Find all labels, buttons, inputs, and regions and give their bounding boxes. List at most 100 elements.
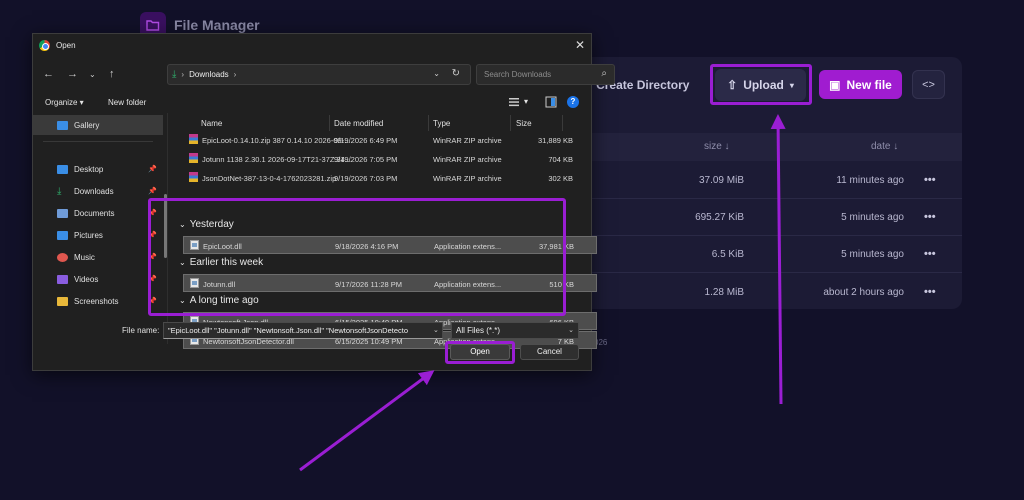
sidebar-item-downloads[interactable]: ⤓ Downloads 📌 <box>33 181 163 201</box>
search-icon: ⌕ <box>601 68 607 79</box>
file-name-label: File name: <box>122 326 160 335</box>
forward-arrow-icon[interactable]: → <box>67 68 78 80</box>
file-modified: 9/19/2026 7:05 PM <box>334 155 398 164</box>
sidebar-item-label: Videos <box>74 274 99 284</box>
refresh-icon[interactable]: ↻ <box>452 68 460 79</box>
close-icon[interactable]: ✕ <box>575 38 585 52</box>
new-folder-button[interactable]: New folder <box>108 98 146 107</box>
row-date: about 2 hours ago <box>823 287 904 298</box>
row-size: 6.5 KiB <box>711 249 744 260</box>
sidebar-divider <box>43 141 153 142</box>
selected-files-highlight <box>148 198 566 316</box>
dialog-toolbar: Organize ▾ New folder ▾ ? <box>33 92 591 112</box>
search-input[interactable]: Search Downloads ⌕ <box>476 64 615 85</box>
breadcrumb-chevron-icon: › <box>181 70 185 79</box>
file-name-dropdown-icon[interactable]: ⌄ <box>433 326 439 334</box>
file-name-input[interactable]: "EpicLoot.dll" "Jotunn.dll" "Newtonsoft.… <box>163 322 443 339</box>
desktop-icon <box>57 164 68 174</box>
sidebar-item-desktop[interactable]: Desktop 📌 <box>33 159 163 179</box>
file-size: 704 KB <box>548 155 573 164</box>
code-view-button[interactable]: <> <box>912 70 945 99</box>
date-column-header[interactable]: date ↓ <box>871 141 898 152</box>
view-dropdown-icon[interactable]: ▾ <box>524 97 528 106</box>
zip-file-icon <box>189 134 198 146</box>
row-menu-icon[interactable]: ••• <box>924 174 936 186</box>
sidebar-item-label: Music <box>74 252 95 262</box>
column-separator <box>428 115 429 131</box>
file-type: WinRAR ZIP archive <box>433 155 502 164</box>
search-placeholder: Search Downloads <box>484 70 552 79</box>
sidebar-item-documents[interactable]: Documents 📌 <box>33 203 163 223</box>
sidebar-item-gallery[interactable]: Gallery <box>33 115 163 135</box>
sidebar-item-pictures[interactable]: Pictures 📌 <box>33 225 163 245</box>
file-plus-icon: ▣ <box>829 77 841 92</box>
preview-pane-icon[interactable] <box>545 96 557 108</box>
row-menu-icon[interactable]: ••• <box>924 248 936 260</box>
zip-file-icon <box>189 172 198 184</box>
row-menu-icon[interactable]: ••• <box>924 286 936 298</box>
row-size: 695.27 KiB <box>695 212 744 223</box>
music-icon <box>57 252 68 262</box>
new-file-label: New file <box>846 77 892 92</box>
code-icon: <> <box>922 78 935 91</box>
sidebar-item-label: Desktop <box>74 164 104 174</box>
pin-icon: 📌 <box>148 188 157 195</box>
arrow-to-open <box>299 370 435 472</box>
sidebar-item-label: Downloads <box>74 186 114 196</box>
back-arrow-icon[interactable]: ← <box>43 68 54 80</box>
sidebar-item-label: Screenshots <box>74 296 119 306</box>
file-size: 302 KB <box>548 174 573 183</box>
sidebar-item-videos[interactable]: Videos 📌 <box>33 269 163 289</box>
column-header-modified[interactable]: Date modified <box>334 119 383 128</box>
row-divider <box>560 235 962 236</box>
organize-menu[interactable]: Organize ▾ <box>45 98 84 107</box>
download-folder-icon: ⤓ <box>172 69 177 80</box>
row-menu-icon[interactable]: ••• <box>924 211 936 223</box>
table-header: size ↓ date ↓ <box>560 133 962 161</box>
row-divider <box>560 272 962 273</box>
documents-icon <box>57 208 68 218</box>
row-date: 5 minutes ago <box>841 212 904 223</box>
column-header-type[interactable]: Type <box>433 119 450 128</box>
size-column-header[interactable]: size ↓ <box>704 141 730 152</box>
file-row[interactable]: Jotunn 1138 2.30.1 2026-09-17T21-37Z 34.… <box>183 150 597 168</box>
column-separator <box>510 115 511 131</box>
row-divider <box>560 198 962 199</box>
sidebar-item-label: Documents <box>74 208 115 218</box>
column-header-name[interactable]: Name <box>201 119 222 128</box>
file-type-select[interactable]: All Files (*.*) ⌄ <box>451 322 579 339</box>
new-file-button[interactable]: ▣ New file <box>819 70 902 99</box>
open-button-highlight <box>445 341 515 364</box>
pin-icon: 📌 <box>148 166 157 173</box>
sidebar-item-label: Gallery <box>74 120 100 130</box>
downloads-icon: ⤓ <box>57 185 62 197</box>
file-type: WinRAR ZIP archive <box>433 174 502 183</box>
sidebar-item-music[interactable]: Music 📌 <box>33 247 163 267</box>
sidebar-item-screenshots[interactable]: Screenshots 📌 <box>33 291 163 311</box>
row-size: 1.28 MiB <box>704 287 744 298</box>
folder-icon <box>57 296 68 306</box>
up-arrow-icon[interactable]: ↑ <box>109 68 115 80</box>
column-header-size[interactable]: Size <box>516 119 532 128</box>
chrome-icon <box>39 39 50 51</box>
sidebar-item-label: Pictures <box>74 230 103 240</box>
help-icon[interactable]: ? <box>567 96 579 108</box>
file-type: WinRAR ZIP archive <box>433 136 502 145</box>
app-title: File Manager <box>174 17 260 33</box>
chevron-down-icon: ⌄ <box>568 327 574 334</box>
file-size: 31,889 KB <box>537 136 573 145</box>
address-dropdown-icon[interactable]: ⌄ <box>433 69 440 78</box>
videos-icon <box>57 274 68 284</box>
view-options-icon[interactable] <box>508 96 520 108</box>
dialog-titlebar: Open <box>33 34 591 56</box>
file-modified: 9/19/2026 7:03 PM <box>334 174 398 183</box>
zip-file-icon <box>189 153 198 165</box>
dialog-title: Open <box>56 40 76 50</box>
row-size: 37.09 MiB <box>698 175 744 186</box>
recent-chevron-icon[interactable]: ⌄ <box>89 70 96 79</box>
upload-highlight <box>710 64 812 105</box>
address-bar[interactable]: ⤓ › Downloads › ⌄ ↻ <box>167 64 471 85</box>
file-row[interactable]: JsonDotNet-387-13-0-4-1762023281.zip 9/1… <box>183 169 597 187</box>
cancel-button[interactable]: Cancel <box>520 344 579 360</box>
file-row[interactable]: EpicLoot-0.14.10.zip 387 0.14.10 2026-09… <box>183 131 597 149</box>
